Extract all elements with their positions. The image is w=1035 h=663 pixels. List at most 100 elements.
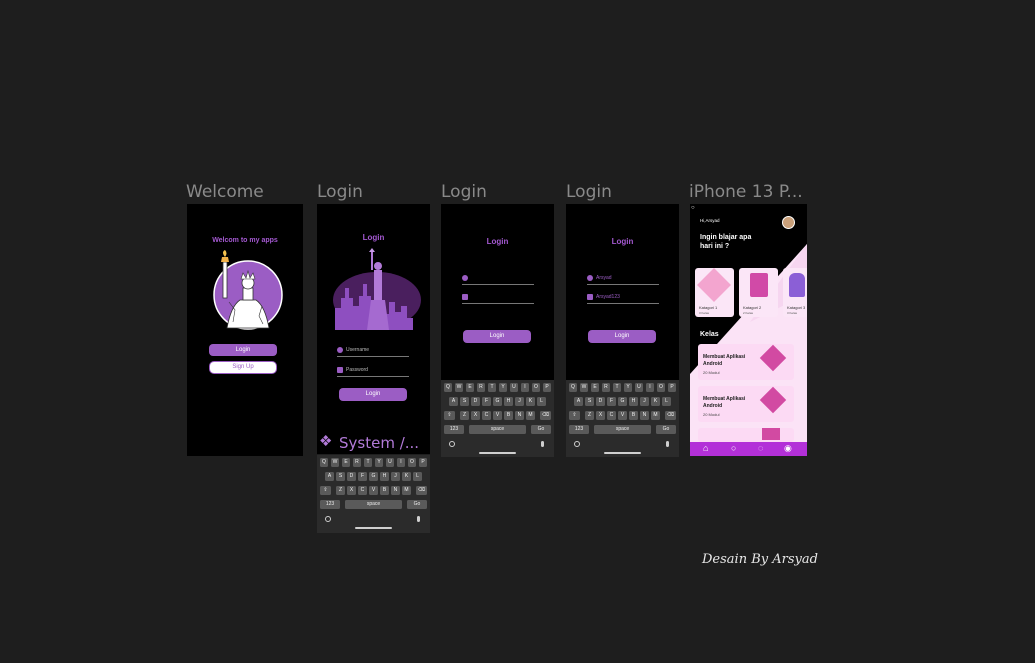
key-x[interactable]: X <box>596 411 605 420</box>
key-w[interactable]: W <box>454 383 464 392</box>
category-card-3[interactable]: Katagori 3 3 Kelas <box>783 268 807 317</box>
key-y[interactable]: Y <box>374 458 384 467</box>
key-z[interactable]: Z <box>585 411 594 420</box>
key-x[interactable]: X <box>347 486 356 495</box>
emoji-icon[interactable] <box>325 516 331 522</box>
key-j[interactable]: J <box>391 472 400 481</box>
key-l[interactable]: L <box>662 397 671 406</box>
key-e[interactable]: E <box>341 458 351 467</box>
key-m[interactable]: M <box>526 411 535 420</box>
key-q[interactable]: Q <box>568 383 578 392</box>
search-nav-icon[interactable]: ○ <box>731 443 736 453</box>
key-r[interactable]: R <box>352 458 362 467</box>
go-key[interactable]: Go <box>656 425 676 434</box>
key-m[interactable]: M <box>402 486 411 495</box>
backspace-key[interactable]: ⌫ <box>540 411 551 420</box>
key-q[interactable]: Q <box>319 458 329 467</box>
key-u[interactable]: U <box>634 383 644 392</box>
key-c[interactable]: C <box>358 486 367 495</box>
key-n[interactable]: N <box>391 486 400 495</box>
login-submit-button-2[interactable]: Login <box>463 330 531 343</box>
key-r[interactable]: R <box>601 383 611 392</box>
key-p[interactable]: P <box>667 383 677 392</box>
key-s[interactable]: S <box>585 397 594 406</box>
login-button[interactable]: Login <box>209 344 277 356</box>
key-h[interactable]: H <box>629 397 638 406</box>
key-f[interactable]: F <box>607 397 616 406</box>
key-n[interactable]: N <box>640 411 649 420</box>
go-key[interactable]: Go <box>531 425 551 434</box>
key-p[interactable]: P <box>542 383 552 392</box>
key-b[interactable]: B <box>504 411 513 420</box>
key-k[interactable]: K <box>651 397 660 406</box>
password-field-3[interactable]: Arsyad123 <box>587 294 659 304</box>
avatar[interactable] <box>782 216 795 229</box>
key-p[interactable]: P <box>418 458 428 467</box>
profile-icon[interactable]: ◉ <box>784 443 792 454</box>
key-a[interactable]: A <box>449 397 458 406</box>
shift-key[interactable]: ⇧ <box>444 411 455 420</box>
key-g[interactable]: G <box>618 397 627 406</box>
key-w[interactable]: W <box>330 458 340 467</box>
numbers-key[interactable]: 123 <box>444 425 464 434</box>
key-t[interactable]: T <box>487 383 497 392</box>
category-card-1[interactable]: Katagori 1 3 Kelas <box>695 268 734 317</box>
username-field[interactable]: Username <box>337 347 409 357</box>
microphone-icon[interactable] <box>666 441 669 447</box>
key-l[interactable]: L <box>413 472 422 481</box>
key-i[interactable]: I <box>645 383 655 392</box>
key-e[interactable]: E <box>590 383 600 392</box>
go-key[interactable]: Go <box>407 500 427 509</box>
key-n[interactable]: N <box>515 411 524 420</box>
emoji-icon[interactable] <box>574 441 580 447</box>
key-h[interactable]: H <box>380 472 389 481</box>
category-card-2[interactable]: Katagori 2 2 Kelas <box>739 268 778 317</box>
key-m[interactable]: M <box>651 411 660 420</box>
course-card-1[interactable]: Membuat Aplikasi Android 20 Modul <box>698 344 794 380</box>
shift-key[interactable]: ⇧ <box>569 411 580 420</box>
shift-key[interactable]: ⇧ <box>320 486 331 495</box>
key-j[interactable]: J <box>515 397 524 406</box>
key-c[interactable]: C <box>607 411 616 420</box>
key-s[interactable]: S <box>460 397 469 406</box>
key-u[interactable]: U <box>385 458 395 467</box>
key-o[interactable]: O <box>656 383 666 392</box>
password-field[interactable]: Password <box>337 367 409 377</box>
search-icon[interactable]: ○ <box>691 205 695 211</box>
key-c[interactable]: C <box>482 411 491 420</box>
key-g[interactable]: G <box>493 397 502 406</box>
key-y[interactable]: Y <box>623 383 633 392</box>
key-i[interactable]: I <box>396 458 406 467</box>
key-z[interactable]: Z <box>336 486 345 495</box>
backspace-key[interactable]: ⌫ <box>665 411 676 420</box>
key-k[interactable]: K <box>402 472 411 481</box>
key-b[interactable]: B <box>629 411 638 420</box>
course-card-2[interactable]: Membuat Aplikasi Android 20 Modul <box>698 386 794 422</box>
key-d[interactable]: D <box>471 397 480 406</box>
key-r[interactable]: R <box>476 383 486 392</box>
space-key[interactable]: space <box>469 425 526 434</box>
key-o[interactable]: O <box>407 458 417 467</box>
key-f[interactable]: F <box>482 397 491 406</box>
key-v[interactable]: V <box>618 411 627 420</box>
emoji-icon[interactable] <box>449 441 455 447</box>
key-t[interactable]: T <box>363 458 373 467</box>
key-e[interactable]: E <box>465 383 475 392</box>
key-q[interactable]: Q <box>443 383 453 392</box>
key-g[interactable]: G <box>369 472 378 481</box>
key-w[interactable]: W <box>579 383 589 392</box>
key-y[interactable]: Y <box>498 383 508 392</box>
username-field-3[interactable]: Arsyad <box>587 275 659 285</box>
numbers-key[interactable]: 123 <box>320 500 340 509</box>
key-v[interactable]: V <box>369 486 378 495</box>
key-k[interactable]: K <box>526 397 535 406</box>
microphone-icon[interactable] <box>541 441 544 447</box>
home-icon[interactable]: ⌂ <box>703 443 708 453</box>
signup-button[interactable]: Sign Up <box>209 361 277 374</box>
key-f[interactable]: F <box>358 472 367 481</box>
microphone-icon[interactable] <box>417 516 420 522</box>
login-submit-button[interactable]: Login <box>339 388 407 401</box>
password-field-2[interactable] <box>462 294 534 304</box>
key-i[interactable]: I <box>520 383 530 392</box>
backspace-key[interactable]: ⌫ <box>416 486 427 495</box>
